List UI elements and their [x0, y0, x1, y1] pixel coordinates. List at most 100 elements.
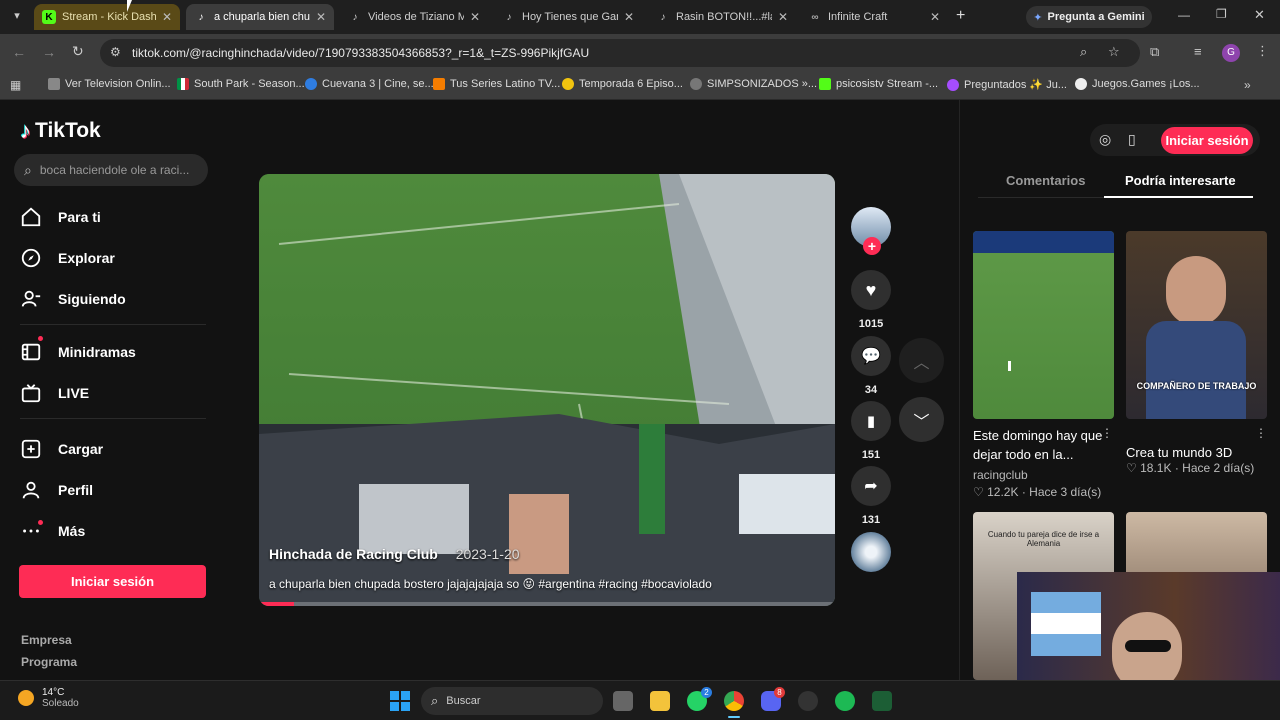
tab-kick-dashboard[interactable]: K Stream - Kick Dashbo ✕ [34, 4, 180, 30]
bookmark-label: Cuevana 3 | Cine, se... [322, 78, 434, 90]
suggested-author[interactable]: racingclub [973, 468, 1028, 482]
extensions-icon[interactable]: ⧉ [1150, 44, 1159, 60]
login-button-top[interactable]: Iniciar sesión [1161, 127, 1253, 154]
share-button[interactable]: ➦ 131 [851, 466, 891, 526]
nav-label: Para ti [58, 209, 101, 225]
bookmark-item[interactable]: Temporada 6 Episo... [562, 78, 683, 90]
file-explorer-icon[interactable] [650, 691, 670, 711]
nav-mas[interactable]: Más [20, 520, 85, 542]
bookmark-item[interactable]: Preguntados ✨ Ju... [947, 78, 1067, 91]
video-progress-track[interactable] [259, 602, 835, 606]
tab-rasin-boton[interactable]: ♪ Rasin BOTON!!...#lat ✕ [648, 4, 796, 30]
tab-tiktok-video-active[interactable]: ♪ a chuparla bien chup ✕ [186, 4, 334, 30]
suggested-video-card[interactable] [973, 231, 1114, 419]
browser-menu-icon[interactable]: ⋮ [1256, 43, 1269, 59]
nav-explorar[interactable]: Explorar [20, 247, 115, 269]
explore-compass-icon[interactable]: ◎ [1099, 131, 1111, 148]
bookmark-item[interactable]: Tus Series Latino TV... [433, 78, 560, 90]
reload-icon[interactable]: ↻ [72, 43, 84, 60]
maximize-button[interactable]: ❐ [1216, 7, 1227, 21]
more-bookmarks-icon[interactable]: » [1244, 78, 1251, 92]
forward-arrow-icon[interactable]: → [42, 44, 56, 60]
bookmark-item[interactable]: Juegos.Games ¡Los... [1075, 78, 1200, 90]
close-tab-icon[interactable]: ✕ [624, 10, 634, 24]
search-box[interactable]: ⌕ boca haciendole ole a raci... [14, 154, 208, 186]
tab-podria-interesarte[interactable]: Podría interesarte [1125, 173, 1236, 188]
new-tab-button[interactable]: + [956, 7, 965, 25]
nav-para-ti[interactable]: Para ti [20, 206, 101, 228]
bookmark-label: Tus Series Latino TV... [450, 78, 561, 90]
video-player[interactable]: Hinchada de Racing Club 2023-1-20 a chup… [259, 174, 835, 606]
bookmark-item[interactable]: psicosistv Stream -... [819, 78, 938, 90]
gemini-button[interactable]: ✦ Pregunta a Gemini [1026, 6, 1152, 28]
save-button[interactable]: ▮ 151 [851, 401, 891, 461]
author-avatar[interactable]: + [851, 207, 891, 255]
comment-button[interactable]: 💬 34 [851, 336, 891, 396]
kick-icon: K [42, 10, 56, 24]
login-button-sidebar[interactable]: Iniciar sesión [19, 565, 206, 598]
nav-divider [20, 418, 206, 419]
bookmark-star-icon[interactable]: ☆ [1108, 44, 1120, 60]
video-author[interactable]: Hinchada de Racing Club 2023-1-20 [269, 546, 520, 562]
site-info-icon[interactable]: ⚙ [110, 45, 121, 59]
tab-hoy-tienes[interactable]: ♪ Hoy Tienes que Gana ✕ [494, 4, 642, 30]
game-app-icon[interactable] [872, 691, 892, 711]
tiktok-logo[interactable]: ♪ TikTok [20, 118, 101, 144]
address-bar[interactable]: ⚙ tiktok.com/@racinghinchada/video/71907… [100, 39, 1140, 67]
tab-search-dropdown[interactable]: ▾ [8, 9, 26, 25]
music-disc[interactable] [851, 532, 891, 572]
nav-perfil[interactable]: Perfil [20, 479, 93, 501]
suggested-video-card[interactable]: COMPAÑERO DE TRABAJO [1126, 231, 1267, 419]
profile-avatar[interactable]: G [1222, 44, 1240, 62]
card-menu-icon[interactable]: ⋮ [1101, 426, 1113, 440]
follow-plus-icon[interactable]: + [863, 237, 881, 255]
bookmark-item[interactable]: South Park - Season... [177, 78, 305, 90]
suggested-title[interactable]: Crea tu mundo 3D [1126, 443, 1256, 462]
device-icon[interactable]: ▯ [1128, 131, 1136, 148]
bookmark-item[interactable]: SIMPSONIZADOS »... [690, 78, 817, 90]
spotify-icon[interactable] [835, 691, 855, 711]
tiktok-note-icon: ♪ [20, 118, 31, 143]
apps-grid-icon[interactable]: ▦ [10, 78, 21, 92]
next-video-button[interactable]: ﹀ [899, 397, 944, 442]
previous-video-button[interactable]: ︿ [899, 338, 944, 383]
close-window-button[interactable]: ✕ [1254, 7, 1265, 23]
nav-live[interactable]: LIVE [20, 382, 89, 404]
close-tab-icon[interactable]: ✕ [930, 10, 940, 24]
close-tab-icon[interactable]: ✕ [162, 10, 172, 24]
footer-link-empresa[interactable]: Empresa [21, 633, 72, 647]
chrome-icon[interactable] [724, 691, 744, 711]
weather-temp: 14°C [42, 687, 65, 698]
bookmark-label: SIMPSONIZADOS »... [707, 78, 818, 90]
weather-widget[interactable]: 14°C Soleado [18, 687, 79, 709]
bookmark-item[interactable]: Ver Television Onlin... [48, 78, 171, 90]
comment-icon: 💬 [861, 348, 881, 365]
tab-infinite-craft[interactable]: ∞ Infinite Craft ✕ [800, 4, 948, 30]
close-tab-icon[interactable]: ✕ [470, 10, 480, 24]
close-tab-icon[interactable]: ✕ [778, 10, 788, 24]
media-controls-icon[interactable]: ≡ [1194, 44, 1202, 59]
nav-siguiendo[interactable]: Siguiendo [20, 288, 126, 310]
card-menu-icon[interactable]: ⋮ [1255, 426, 1267, 440]
back-arrow-icon[interactable]: ← [12, 44, 26, 60]
suggested-title[interactable]: Este domingo hay que dejar todo en la... [973, 426, 1103, 464]
blogger-icon [433, 78, 445, 90]
windows-start-icon[interactable] [390, 691, 410, 711]
video-progress-fill [259, 602, 294, 606]
close-tab-icon[interactable]: ✕ [316, 10, 326, 24]
tab-tiziano[interactable]: ♪ Videos de Tiziano M ✕ [340, 4, 488, 30]
overlay-caption: COMPAÑERO DE TRABAJO [1136, 381, 1257, 391]
like-button[interactable]: ♥ 1015 [851, 270, 891, 330]
bookmark-item[interactable]: Cuevana 3 | Cine, se... [305, 78, 434, 90]
obs-icon[interactable] [798, 691, 818, 711]
nav-minidramas[interactable]: Minidramas [20, 341, 136, 363]
zoom-icon[interactable]: ⌕ [1080, 44, 1087, 60]
taskbar-search[interactable]: ⌕ Buscar [421, 687, 603, 715]
tab-comentarios[interactable]: Comentarios [1006, 173, 1085, 188]
minimize-button[interactable]: — [1178, 8, 1190, 22]
nav-cargar[interactable]: Cargar [20, 438, 103, 460]
search-input[interactable]: boca haciendole ole a raci... [40, 163, 189, 177]
sound-disc-icon [851, 532, 891, 572]
task-view-icon[interactable] [613, 691, 633, 711]
footer-link-programa[interactable]: Programa [21, 655, 77, 669]
